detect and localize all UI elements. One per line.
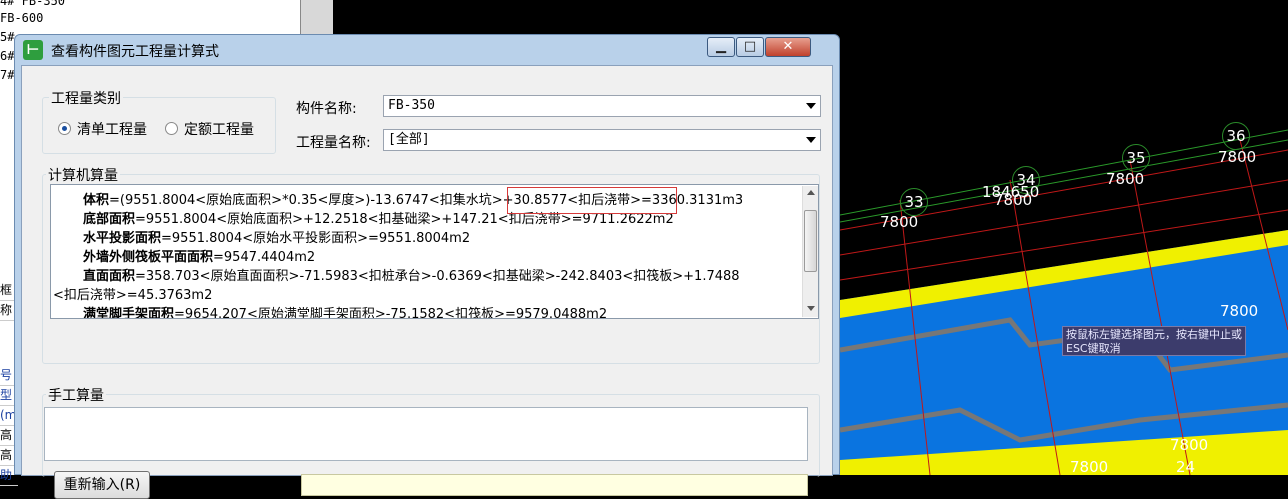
- list-item[interactable]: 7#: [0, 68, 14, 85]
- formula-name: 直面面积: [83, 269, 136, 284]
- list-item[interactable]: FB-600: [0, 11, 43, 28]
- formula-text: =9654.207<原始满堂脚手架面积>-75.1582<扣筏板>=9579.0…: [174, 307, 608, 319]
- formula-line: 外墙外侧筏板平面面积=9547.4404m2: [83, 246, 315, 265]
- list-item[interactable]: 5#: [0, 30, 14, 47]
- formula-text: =9551.8004<原始底面积>+12.2518<扣基础梁>+147.21<扣…: [135, 212, 674, 227]
- formula-name: 外墙外侧筏板平面面积: [83, 250, 214, 265]
- manual-calc-title: 手工算量: [46, 385, 106, 405]
- dimension-label: 7800: [1106, 170, 1145, 188]
- bill-quantity-label[interactable]: 清单工程量: [77, 119, 147, 139]
- axis-bubble: 35: [1122, 144, 1150, 172]
- dialog-title: 查看构件图元工程量计算式: [51, 44, 219, 60]
- formula-text: =358.703<原始直面面积>-71.5983<扣桩承台>-0.6369<扣基…: [135, 269, 740, 284]
- formula-text: =9551.8004<原始水平投影面积>=9551.8004m2: [161, 231, 471, 246]
- formula-line: 水平投影面积=9551.8004<原始水平投影面积>=9551.8004m2: [83, 227, 470, 246]
- quantity-formula-dialog: ⊢ 查看构件图元工程量计算式 ▁ □ ✕ 工程量类别 清单工程量 定额工程量 构…: [14, 34, 840, 499]
- dimension-label: 7800: [1220, 302, 1259, 320]
- viewport-drawing: [840, 129, 1288, 475]
- formula-scrollbar[interactable]: [802, 186, 818, 317]
- status-tooltip: 按鼠标左键选择图元，按右键中止或ESC键取消: [1062, 326, 1246, 356]
- reinput-button[interactable]: 重新输入(R): [54, 471, 150, 499]
- manual-formula-input[interactable]: [44, 407, 808, 461]
- list-item[interactable]: 6#: [0, 49, 14, 66]
- formula-line: 满堂脚手架面积=9654.207<原始满堂脚手架面积>-75.1582<扣筏板>…: [83, 303, 608, 319]
- quota-quantity-label[interactable]: 定额工程量: [184, 119, 254, 139]
- formula-text: =9547.4404m2: [213, 250, 316, 265]
- manual-result-field[interactable]: [301, 474, 808, 496]
- formula-name: 体积: [83, 193, 110, 208]
- axis-bubble: 33: [900, 188, 928, 216]
- quantity-name-select[interactable]: [全部]: [383, 129, 821, 151]
- chevron-down-icon: [806, 103, 816, 109]
- formula-text-box[interactable]: 体积=(9551.8004<原始底面积>*0.35<厚度>)-13.6747<扣…: [50, 184, 819, 319]
- formula-name: 水平投影面积: [83, 231, 162, 246]
- dimension-label: 7800: [1170, 436, 1209, 454]
- bill-quantity-radio[interactable]: [58, 122, 71, 135]
- component-name-label: 构件名称:: [296, 101, 357, 117]
- computer-calc-title: 计算机算量: [46, 165, 120, 185]
- dimension-label: 24: [1176, 458, 1196, 475]
- component-name-value: FB-350: [388, 98, 435, 113]
- list-item[interactable]: 4# FB-350: [0, 0, 65, 11]
- quantity-name-label: 工程量名称:: [296, 135, 371, 151]
- formula-line: 直面面积=358.703<原始直面面积>-71.5983<扣桩承台>-0.636…: [83, 265, 740, 284]
- dimension-label: 7800: [880, 213, 919, 231]
- 3d-viewport[interactable]: 33 34 35 36 7800 7800 7800 7800 184650 7…: [840, 0, 1288, 475]
- formula-name: 满堂脚手架面积: [83, 307, 175, 319]
- dialog-client-area: 工程量类别 清单工程量 定额工程量 构件名称: FB-350 工程量名称: [全…: [21, 65, 833, 499]
- minimize-button[interactable]: ▁: [707, 37, 735, 57]
- highlight-box: [507, 187, 677, 214]
- dimension-label: 184650: [982, 183, 1040, 201]
- dimension-label: 7800: [1218, 148, 1257, 166]
- quota-quantity-radio[interactable]: [165, 122, 178, 135]
- formula-text: <扣后浇带>=45.3763m2: [53, 288, 213, 303]
- app-icon: ⊢: [23, 40, 43, 60]
- axis-bubble: 36: [1222, 122, 1250, 150]
- quantity-name-value: [全部]: [388, 132, 430, 147]
- category-group-title: 工程量类别: [49, 88, 123, 108]
- dialog-titlebar[interactable]: ⊢ 查看构件图元工程量计算式 ▁ □ ✕: [15, 35, 839, 65]
- scroll-up-icon[interactable]: [807, 190, 815, 195]
- component-name-select[interactable]: FB-350: [383, 95, 821, 117]
- chevron-down-icon: [806, 137, 816, 143]
- dimension-label: 7800: [1070, 458, 1109, 475]
- maximize-button[interactable]: □: [736, 37, 764, 57]
- scroll-thumb[interactable]: [804, 210, 817, 272]
- formula-line: <扣后浇带>=45.3763m2: [53, 284, 212, 303]
- manual-result-label: 手工算量结果=: [194, 479, 290, 495]
- scroll-down-icon[interactable]: [807, 306, 815, 311]
- close-button[interactable]: ✕: [765, 37, 811, 57]
- formula-name: 底部面积: [83, 212, 136, 227]
